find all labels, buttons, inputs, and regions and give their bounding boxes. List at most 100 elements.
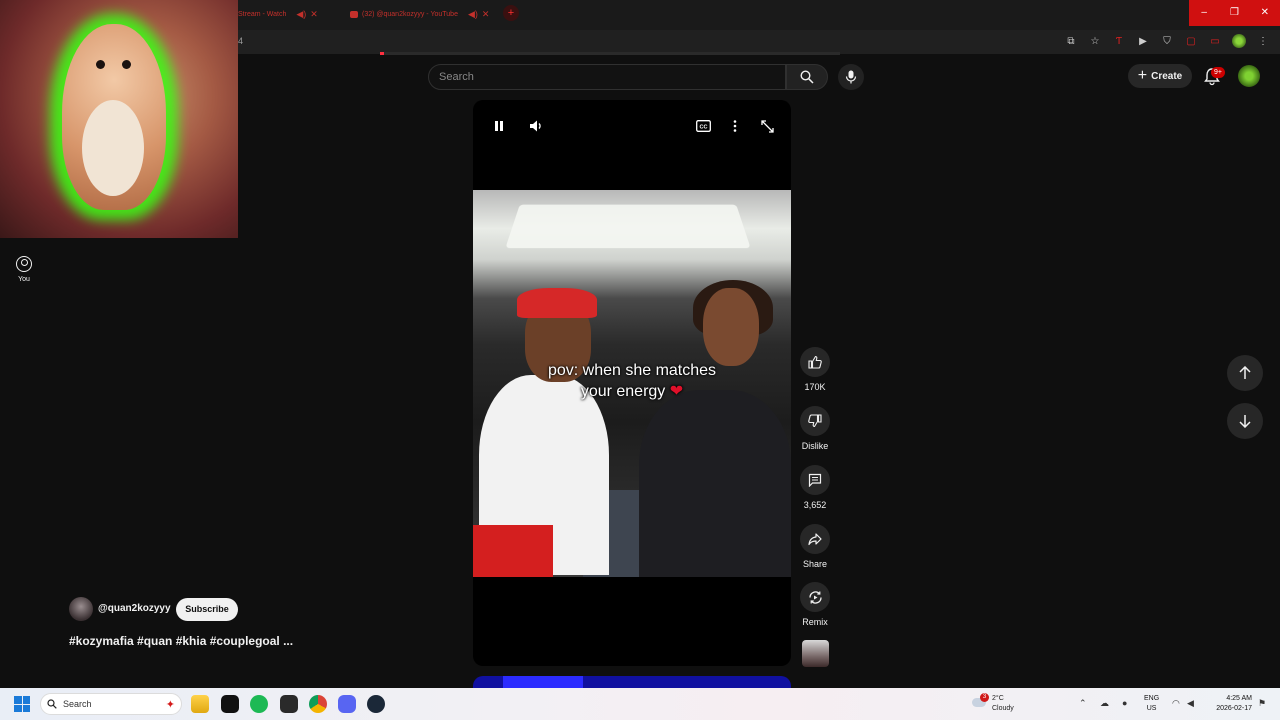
install-app-icon[interactable]: ⧉	[1064, 36, 1078, 47]
pause-icon	[495, 121, 503, 131]
comment-count: 3,652	[803, 500, 827, 510]
region-code: US	[1146, 705, 1157, 712]
windows-taskbar: Search ✦ 3 2°C Cloudy ⌃ ☁ ● ENG US ◠ ◀ 4…	[0, 688, 1280, 720]
tiktok-icon[interactable]	[221, 695, 239, 713]
share-label: Share	[802, 559, 828, 569]
caption-line-1: pov: when she matches	[547, 362, 717, 379]
menu-kebab-icon[interactable]: ⋮	[1256, 36, 1270, 47]
more-options-button[interactable]	[727, 118, 743, 134]
voice-search-button[interactable]	[838, 64, 864, 90]
page-load-bar	[380, 52, 840, 55]
remix-label: Remix	[802, 617, 828, 627]
channel-avatar[interactable]	[69, 597, 93, 621]
language-code: ENG	[1144, 695, 1160, 702]
system-clock[interactable]: 4:25 AM 2026-02-17	[1206, 694, 1252, 714]
webcam-overlay	[0, 0, 238, 238]
weather-desc: Cloudy	[992, 705, 1014, 712]
speaker-icon[interactable]: ◀)	[468, 9, 478, 20]
shorts-video-player[interactable]: CC pov: when she matches your energy ❤	[473, 100, 791, 666]
thumbs-up-icon	[808, 355, 822, 369]
plus-icon: +	[1137, 67, 1148, 84]
toolbar-icons: ⧉ ☆ Ƭ ▶ ⛉ ▢ ▭ ⋮	[1064, 34, 1270, 48]
fullscreen-button[interactable]	[759, 118, 775, 134]
play-extension-icon[interactable]: ▶	[1136, 36, 1150, 47]
record-extension-icon[interactable]: ▢	[1184, 36, 1198, 47]
fullscreen-icon	[760, 119, 774, 133]
onedrive-icon[interactable]: ☁	[1100, 698, 1109, 709]
volume-button[interactable]	[528, 118, 544, 134]
browser-tab-youtube[interactable]: (32) @quan2kozyyy - YouTube ◀) ✕	[350, 6, 489, 22]
dislike-action: Dislike	[800, 406, 830, 451]
account-avatar[interactable]	[1238, 65, 1260, 87]
wifi-icon[interactable]: ◠	[1172, 698, 1180, 709]
share-action: Share	[800, 524, 830, 569]
share-button[interactable]	[800, 524, 830, 554]
language-indicator[interactable]: ENG US	[1144, 694, 1159, 714]
close-window-button[interactable]: ✕	[1250, 0, 1280, 26]
create-button[interactable]: + Create	[1128, 64, 1192, 88]
closed-captions-button[interactable]: CC	[695, 118, 711, 134]
weather-badge: 3	[980, 693, 989, 702]
spotify-icon[interactable]	[250, 695, 268, 713]
create-label: Create	[1151, 70, 1183, 82]
video-description[interactable]: #kozymafia #quan #khia #couplegoal ...	[69, 634, 293, 648]
window-controls: – ❐ ✕	[1189, 0, 1280, 26]
clock-time: 4:25 AM	[1226, 695, 1252, 702]
dislike-button[interactable]	[800, 406, 830, 436]
bookmark-star-icon[interactable]: ☆	[1088, 36, 1102, 47]
sound-thumbnail[interactable]	[802, 640, 829, 667]
close-tab-icon[interactable]: ✕	[482, 9, 490, 20]
caption-line-2: your energy	[580, 383, 666, 400]
cast-extension-icon[interactable]: ▭	[1208, 36, 1222, 47]
channel-handle[interactable]: @quan2kozyyy	[98, 603, 171, 614]
close-tab-icon[interactable]: ✕	[310, 9, 318, 20]
taskbar-search[interactable]: Search ✦	[40, 693, 182, 715]
extension-icon[interactable]: Ƭ	[1112, 36, 1126, 47]
arrow-down-icon	[1239, 415, 1251, 428]
arrow-up-icon	[1239, 366, 1251, 379]
search-icon	[47, 699, 57, 709]
share-arrow-icon	[808, 533, 822, 546]
url-text[interactable]: 4	[238, 36, 243, 46]
steam-icon[interactable]	[367, 695, 385, 713]
discord-icon[interactable]	[338, 695, 356, 713]
search-input[interactable]	[429, 65, 785, 89]
previous-short-button[interactable]	[1227, 355, 1263, 391]
kebab-menu-icon	[733, 120, 737, 132]
browser-tab-stream[interactable]: Stream - Watch ◀) ✕	[238, 6, 318, 22]
windows-start-icon[interactable]	[14, 696, 30, 712]
pause-button[interactable]	[491, 118, 507, 134]
tab-title: Stream - Watch	[238, 10, 287, 18]
like-count: 170K	[804, 382, 826, 392]
comments-button[interactable]	[800, 465, 830, 495]
file-explorer-icon[interactable]	[191, 695, 209, 713]
remix-button[interactable]	[800, 582, 830, 612]
profile-avatar-icon[interactable]	[1232, 34, 1246, 48]
video-caption: pov: when she matches your energy ❤	[513, 360, 751, 402]
video-frame: pov: when she matches your energy ❤	[473, 190, 791, 577]
next-short-button[interactable]	[1227, 403, 1263, 439]
eye-left	[96, 60, 105, 69]
clock-date: 2026-02-17	[1216, 705, 1252, 712]
shield-extension-icon[interactable]: ⛉	[1160, 36, 1174, 47]
comment-icon	[808, 473, 822, 487]
speaker-icon[interactable]: ◀)	[296, 9, 306, 20]
chrome-icon[interactable]	[309, 695, 327, 713]
microphone-icon[interactable]: ●	[1122, 698, 1127, 708]
search-button[interactable]	[786, 64, 828, 90]
terminal-app-icon[interactable]	[280, 695, 298, 713]
comments-action: 3,652	[800, 465, 830, 510]
maple-leaf-icon: ✦	[165, 698, 175, 711]
restore-button[interactable]: ❐	[1219, 0, 1249, 26]
sidebar-item-you[interactable]: You	[8, 256, 40, 283]
new-tab-button[interactable]: +	[503, 5, 519, 21]
weather-temp: 2°C	[992, 695, 1004, 702]
speaker-icon[interactable]: ◀	[1187, 698, 1194, 709]
notification-center-icon[interactable]: ⚑	[1258, 698, 1266, 709]
search-icon	[800, 70, 814, 84]
chevron-up-icon[interactable]: ⌃	[1079, 698, 1087, 709]
subscribe-button[interactable]: Subscribe	[176, 598, 238, 621]
minimize-button[interactable]: –	[1189, 0, 1219, 26]
like-button[interactable]	[800, 347, 830, 377]
notifications-badge: 9+	[1211, 67, 1225, 78]
